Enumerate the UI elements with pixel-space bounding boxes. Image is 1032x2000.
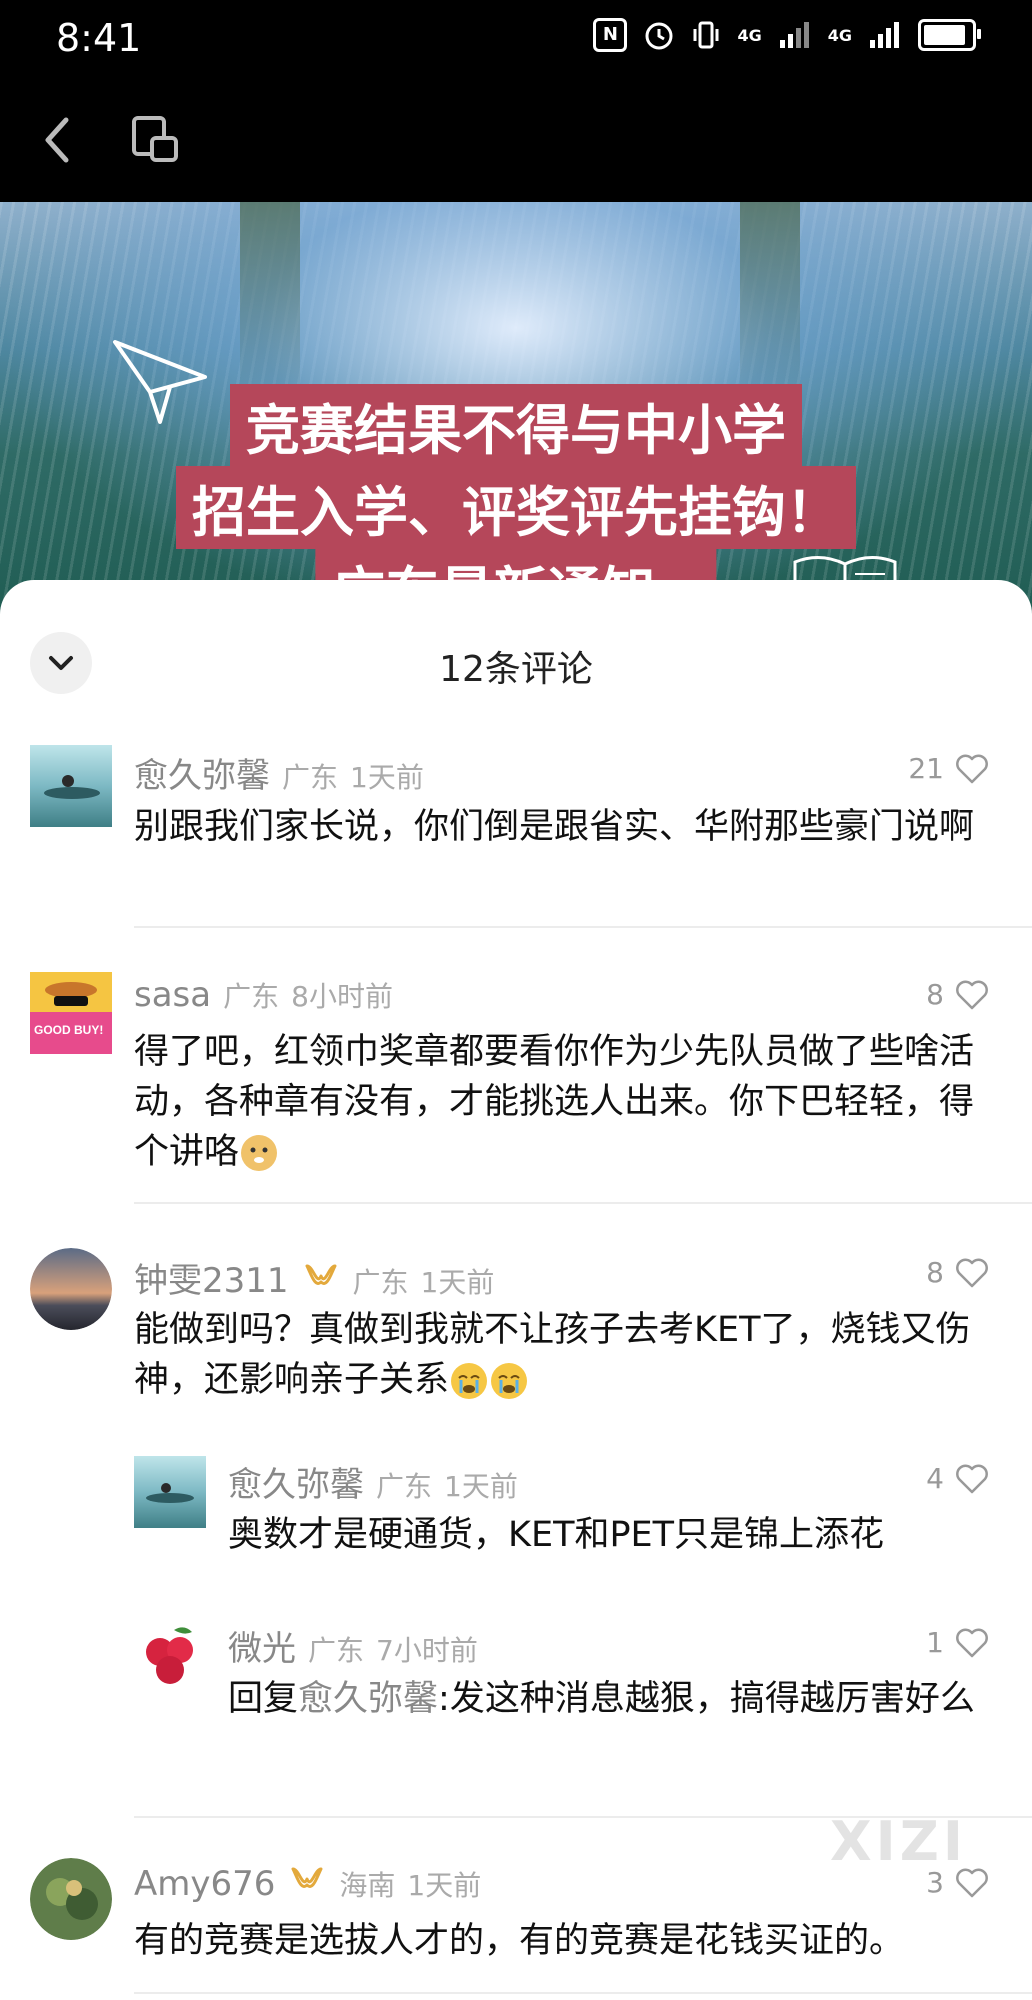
username[interactable]: 愈久弥馨	[134, 748, 270, 797]
avatar[interactable]	[134, 1456, 206, 1528]
status-icons: N 4G 4G	[593, 18, 981, 52]
like-count: 8	[926, 978, 944, 1011]
banner-line-1: 竞赛结果不得与中小学	[230, 384, 802, 467]
net-type-1: 4G	[737, 25, 762, 45]
location: 广东	[282, 761, 339, 794]
username[interactable]: sasa	[134, 975, 211, 1015]
avatar[interactable]: GOOD BUY!	[30, 972, 112, 1054]
like-button[interactable]: 4	[926, 1462, 990, 1495]
username[interactable]: 钟雯2311	[134, 1253, 289, 1302]
banner-pillar-right	[740, 202, 800, 402]
location: 广东	[352, 1266, 409, 1299]
battery-fill	[924, 25, 965, 45]
alarm-icon	[645, 22, 673, 50]
reply-prefix: 回复	[228, 1679, 299, 1719]
picture-in-picture-icon[interactable]	[130, 114, 180, 164]
comment-count-title: 12条评论	[439, 649, 593, 690]
like-button[interactable]: 1	[926, 1626, 990, 1659]
avatar[interactable]	[30, 1858, 112, 1940]
comment-meta: Amy676 海南 1天前	[134, 1863, 481, 1904]
timestamp: 1天前	[407, 1869, 482, 1902]
location: 广东	[308, 1634, 365, 1667]
heart-icon	[956, 1258, 988, 1287]
avatar-text: GOOD BUY!	[34, 1023, 103, 1037]
status-time: 8:41	[56, 16, 142, 60]
location: 广东	[376, 1470, 433, 1503]
doge-emoji-icon	[241, 1135, 278, 1171]
net-type-2: 4G	[827, 25, 852, 45]
timestamp: 1天前	[350, 761, 424, 794]
nfc-icon: N	[593, 18, 628, 52]
heart-icon	[956, 1628, 988, 1657]
avatar[interactable]	[30, 1248, 112, 1330]
comment-text: 能做到吗？真做到我就不让孩子去考KET了，烧钱又伤神，还影响亲子关系	[134, 1305, 1004, 1405]
vip-badge-icon	[291, 1867, 323, 1888]
crying-emoji-icon	[451, 1363, 488, 1399]
reply-text-content: :发这种消息越狠，搞得越厉害好么	[438, 1679, 975, 1719]
like-count: 8	[926, 1256, 944, 1289]
crying-emoji-icon	[491, 1363, 528, 1399]
heart-icon	[956, 754, 988, 783]
comment-meta: sasa 广东 8小时前	[134, 975, 393, 1015]
reply-meta: 微光 广东 7小时前	[228, 1621, 478, 1670]
vip-badge-icon	[305, 1264, 337, 1285]
watermark: XIZI	[830, 1810, 967, 1873]
vibrate-icon	[693, 21, 719, 49]
comment-meta: 钟雯2311 广东 1天前	[134, 1253, 494, 1302]
comment-text: 有的竞赛是选拔人才的，有的竞赛是花钱买证的。	[134, 1921, 905, 1961]
banner-pillar-left	[240, 202, 300, 402]
comment-text: 别跟我们家长说，你们倒是跟省实、华附那些豪门说啊	[134, 807, 975, 847]
nav-bar	[0, 80, 1032, 202]
signal-icon-1	[779, 22, 809, 48]
reply-text: 奥数才是硬通货，KET和PET只是锦上添花	[228, 1515, 885, 1555]
avatar[interactable]	[30, 745, 112, 827]
post-banner-image[interactable]: 竞赛结果不得与中小学 招生入学、评奖评先挂钩！ 广东最新通知→	[0, 202, 1032, 622]
paper-plane-icon	[113, 340, 207, 424]
reply-target-username[interactable]: 愈久弥馨	[298, 1679, 438, 1719]
timestamp: 8小时前	[291, 980, 393, 1013]
banner-line-2: 招生入学、评奖评先挂钩！	[176, 466, 856, 549]
status-bar: 8:41 N 4G 4G	[0, 0, 1032, 80]
like-count: 4	[926, 1462, 944, 1495]
reply-meta: 愈久弥馨 广东 1天前	[228, 1457, 518, 1506]
like-button[interactable]: 21	[908, 752, 990, 785]
like-count: 21	[908, 752, 944, 785]
comment-text-content: 能做到吗？真做到我就不让孩子去考KET了，烧钱又伤神，还影响亲子关系	[134, 1310, 971, 1400]
heart-icon	[956, 980, 988, 1009]
username[interactable]: Amy676	[134, 1864, 275, 1904]
like-button[interactable]: 8	[926, 1256, 990, 1289]
divider	[134, 1992, 1032, 1994]
reply-text: 回复愈久弥馨:发这种消息越狠，搞得越厉害好么	[228, 1674, 1008, 1724]
like-button[interactable]: 8	[926, 978, 990, 1011]
location: 海南	[339, 1869, 396, 1902]
signal-icon-2	[870, 22, 899, 48]
location: 广东	[223, 980, 280, 1013]
battery-icon	[918, 19, 981, 51]
avatar[interactable]	[134, 1620, 206, 1692]
comment-text: 得了吧，红领巾奖章都要看你作为少先队员做了些啥活动，各种章有没有，才能挑选人出来…	[134, 1027, 1004, 1177]
back-icon[interactable]	[34, 110, 84, 170]
username[interactable]: 愈久弥馨	[228, 1457, 364, 1506]
username[interactable]: 微光	[228, 1621, 296, 1670]
timestamp: 1天前	[420, 1266, 495, 1299]
like-count: 1	[926, 1626, 944, 1659]
timestamp: 7小时前	[376, 1634, 478, 1667]
divider	[134, 926, 1032, 928]
heart-icon	[956, 1464, 988, 1493]
comment-meta: 愈久弥馨 广东 1天前	[134, 748, 424, 797]
timestamp: 1天前	[444, 1470, 518, 1503]
comment-sheet: 12条评论 愈久弥馨 广东 1天前 21 别跟我们家长说，你们倒是跟省实、华附那…	[0, 580, 1032, 2000]
divider	[134, 1202, 1032, 1204]
